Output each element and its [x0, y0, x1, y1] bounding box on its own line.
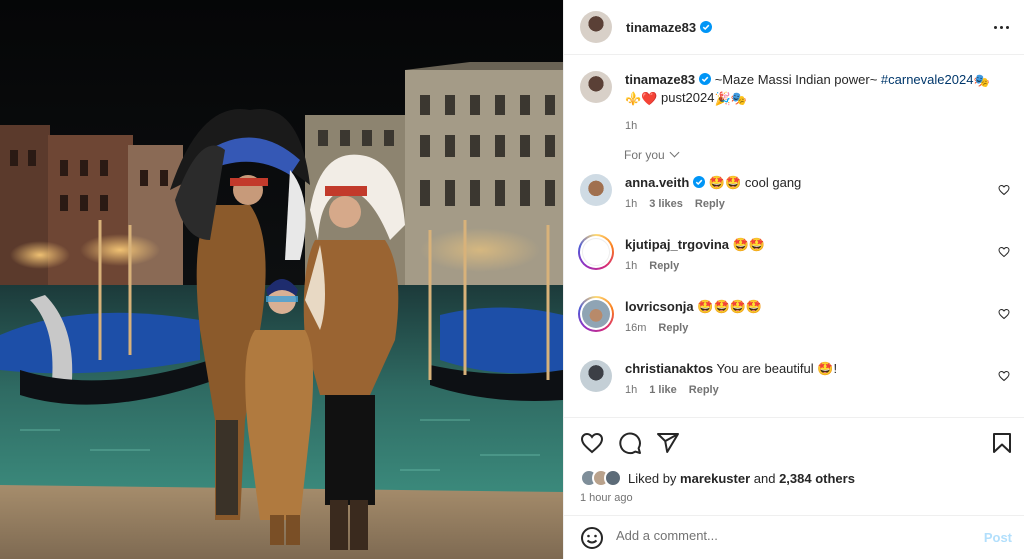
comment-text: You are beautiful 🤩! [716, 361, 838, 376]
likers-avatars [580, 469, 622, 487]
comment-text: 🤩🤩🤩🤩 [697, 299, 763, 314]
more-options-icon[interactable] [992, 18, 1010, 36]
add-comment-bar: Post [564, 515, 1024, 559]
for-you-filter[interactable]: For you [624, 147, 680, 162]
verified-badge-icon [700, 21, 713, 33]
caption-text: ~Maze Massi Indian power~ [711, 72, 881, 87]
venice-carnival-photo [0, 0, 563, 559]
post-caption: tinamaze83 ~Maze Massi Indian power~ #ca… [580, 71, 1000, 135]
save-bookmark-icon[interactable] [990, 431, 1014, 455]
post-time: 1 hour ago [580, 492, 633, 504]
likes-mid: and [750, 470, 780, 486]
reply-button[interactable]: Reply [695, 198, 725, 210]
commenter-username[interactable]: kjutipaj_trgovina [625, 237, 729, 252]
post-modal: tinamaze83 tinamaze83 ~Maze Massi Indian… [0, 0, 1024, 559]
for-you-label: For you [624, 148, 665, 162]
post-actions: Liked by marekuster and 2,384 others 1 h… [564, 417, 1024, 559]
reply-button[interactable]: Reply [658, 322, 688, 334]
commenter-username[interactable]: anna.veith [625, 175, 689, 190]
verified-badge-icon [699, 73, 712, 85]
author-username[interactable]: tinamaze83 [626, 20, 696, 35]
caption-emoji: ⚜️ [625, 91, 642, 106]
comment-item: anna.veith 🤩🤩 cool gang 1h 3 likes Reply [580, 174, 1010, 210]
reply-button[interactable]: Reply [689, 384, 719, 396]
likes-summary: Liked by marekuster and 2,384 others [580, 469, 855, 487]
liker-username[interactable]: marekuster [680, 471, 750, 486]
comment-text: 🤩🤩 [732, 237, 766, 252]
likes-prefix: Liked by [628, 470, 681, 486]
like-comment-heart-icon[interactable] [998, 184, 1010, 196]
story-ring [578, 234, 614, 270]
author-avatar[interactable] [580, 11, 612, 43]
caption-emoji: 🎭 [973, 73, 990, 88]
comment-time: 1h [625, 198, 638, 210]
comment-bubble-icon[interactable] [618, 431, 642, 455]
post-comment-button[interactable]: Post [984, 530, 1012, 545]
commenter-avatar[interactable] [582, 238, 610, 266]
like-comment-heart-icon[interactable] [998, 246, 1010, 258]
comment-time: 1h [625, 260, 638, 272]
post-header: tinamaze83 [564, 0, 1024, 55]
post-side-panel: tinamaze83 tinamaze83 ~Maze Massi Indian… [563, 0, 1024, 559]
likes-others[interactable]: 2,384 others [779, 471, 855, 486]
caption-emoji: ❤️ [641, 91, 658, 106]
like-heart-icon[interactable] [580, 431, 604, 455]
comment-time: 1h [625, 384, 638, 396]
caption-author[interactable]: tinamaze83 [625, 72, 695, 87]
commenter-avatar[interactable] [580, 360, 612, 392]
share-send-icon[interactable] [656, 431, 680, 455]
comment-time: 16m [625, 322, 647, 334]
like-comment-heart-icon[interactable] [998, 370, 1010, 382]
comments-section[interactable]: tinamaze83 ~Maze Massi Indian power~ #ca… [564, 56, 1024, 416]
caption-time: 1h [625, 120, 638, 132]
caption-text-2: pust2024 [657, 90, 715, 105]
chevron-down-icon [669, 147, 680, 158]
commenter-username[interactable]: christianaktos [625, 361, 713, 376]
comment-likes[interactable]: 1 like [649, 384, 677, 396]
emoji-smile-icon[interactable] [580, 526, 604, 550]
action-icons-row [580, 431, 1014, 457]
comment-item: christianaktos You are beautiful 🤩! 1h 1 … [580, 360, 1010, 396]
comment-text: 🤩🤩 cool gang [708, 175, 802, 190]
liker-avatar [604, 469, 622, 487]
commenter-username[interactable]: lovricsonja [625, 299, 694, 314]
story-ring [578, 296, 614, 332]
caption-emoji: 🎭 [730, 91, 747, 106]
commenter-avatar[interactable] [582, 300, 610, 328]
reply-button[interactable]: Reply [649, 260, 679, 272]
verified-badge-icon [693, 176, 706, 188]
post-photo[interactable] [0, 0, 563, 559]
add-comment-input[interactable] [616, 528, 956, 543]
comment-likes[interactable]: 3 likes [649, 198, 683, 210]
caption-emoji: 🎉 [714, 91, 731, 106]
caption-author-avatar[interactable] [580, 71, 612, 103]
comment-item: lovricsonja 🤩🤩🤩🤩 16m Reply [578, 296, 1010, 334]
comment-item: kjutipaj_trgovina 🤩🤩 1h Reply [578, 234, 1010, 272]
caption-hashtag[interactable]: #carnevale2024 [881, 72, 974, 87]
likes-text: Liked by marekuster and 2,384 others [628, 471, 855, 486]
like-comment-heart-icon[interactable] [998, 308, 1010, 320]
commenter-avatar[interactable] [580, 174, 612, 206]
